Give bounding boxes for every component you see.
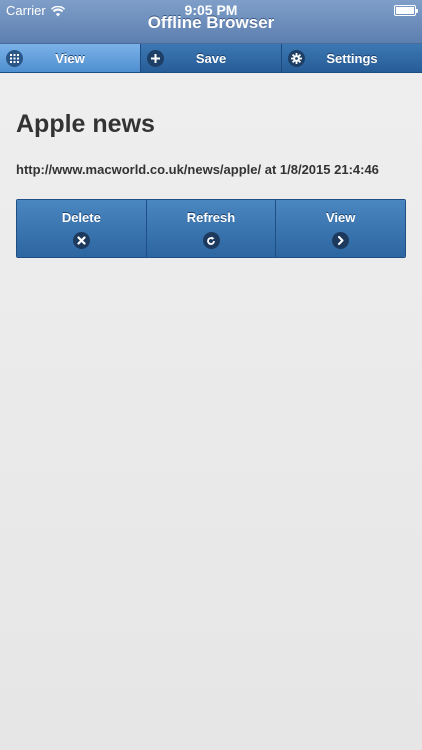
refresh-button-label: Refresh (186, 210, 236, 225)
tab-settings-label: Settings (326, 50, 378, 66)
close-icon (72, 232, 90, 249)
action-button-group: Delete Refresh View (16, 199, 406, 258)
tab-view-label: View (55, 50, 85, 66)
tab-view[interactable]: View (0, 44, 141, 72)
tab-bar: View Save Settings (0, 44, 422, 73)
plus-icon (147, 50, 164, 67)
delete-button[interactable]: Delete (17, 200, 147, 257)
delete-button-label: Delete (61, 210, 101, 225)
navigation-bar: Carrier 9:05 PM Offline Browser (0, 0, 422, 44)
tab-settings[interactable]: Settings (282, 44, 422, 72)
refresh-button[interactable]: Refresh (146, 200, 277, 257)
page-title: Apple news (16, 110, 155, 138)
chevron-right-icon (332, 232, 350, 249)
refresh-icon (202, 232, 220, 249)
tab-save-label: Save (195, 50, 227, 66)
view-button-label: View (325, 210, 356, 225)
saved-page-info: http://www.macworld.co.uk/news/apple/ at… (16, 162, 379, 177)
gear-icon (288, 50, 305, 67)
view-button[interactable]: View (276, 200, 405, 257)
app-title: Offline Browser (147, 13, 275, 32)
grid-icon (6, 50, 23, 67)
tab-save[interactable]: Save (141, 44, 282, 72)
